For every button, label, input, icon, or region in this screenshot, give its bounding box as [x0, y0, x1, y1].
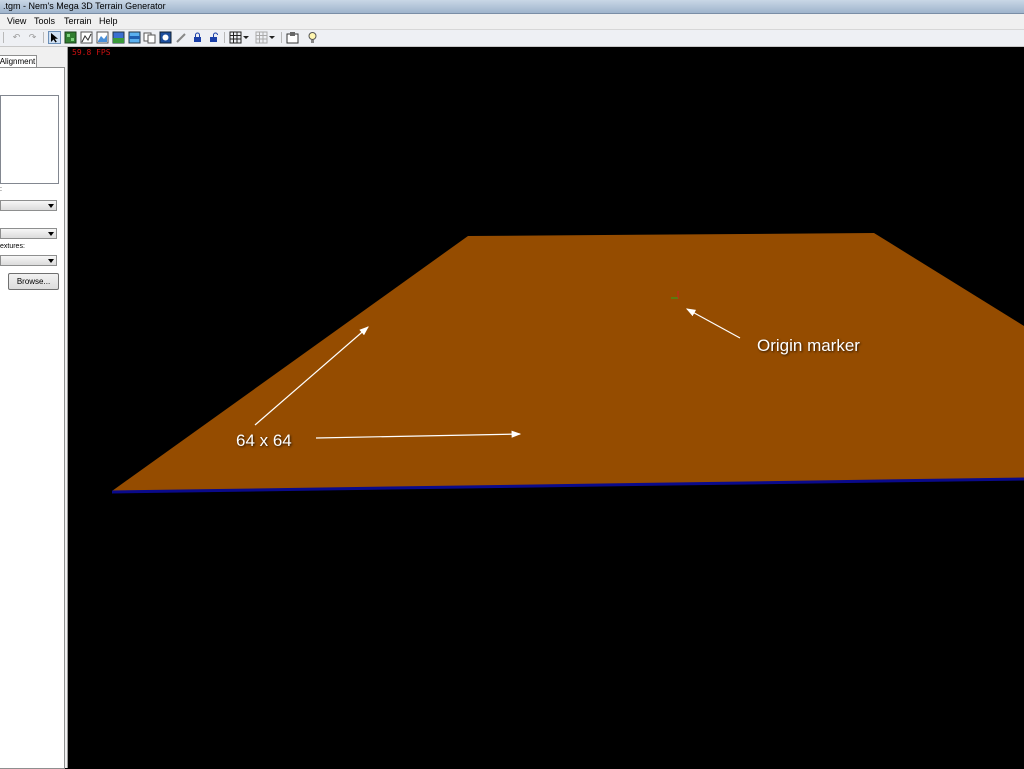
copy-icon[interactable] — [143, 31, 156, 44]
item-listbox[interactable] — [0, 95, 59, 184]
menu-help[interactable]: Help — [99, 14, 118, 28]
toolbar: ↶ ↷ — [0, 30, 1024, 47]
grid-options-icon[interactable] — [255, 31, 268, 44]
toolbar-separator — [3, 32, 4, 43]
grid-icon[interactable] — [229, 31, 242, 44]
map-icon[interactable] — [159, 31, 172, 44]
dropdown-2[interactable] — [0, 228, 57, 239]
menu-view[interactable]: View — [7, 14, 26, 28]
terrain-view-icon[interactable] — [64, 31, 77, 44]
redo-icon[interactable]: ↷ — [26, 31, 39, 44]
terrain-plane[interactable] — [112, 233, 1024, 491]
chevron-down-icon — [48, 232, 54, 236]
wireframe-icon[interactable] — [80, 31, 93, 44]
toolbar-separator — [43, 32, 44, 43]
settings-icon[interactable] — [286, 31, 299, 44]
light-bulb-icon[interactable] — [306, 31, 319, 44]
dropdown-1[interactable] — [0, 200, 57, 211]
origin-marker-label: Origin marker — [757, 336, 860, 355]
grid-dropdown-icon[interactable] — [242, 31, 250, 44]
texture-icon[interactable] — [96, 31, 109, 44]
menu-tools[interactable]: Tools — [34, 14, 55, 28]
textures-label: extures: — [0, 243, 25, 250]
browse-button[interactable]: Browse... — [8, 273, 59, 290]
chevron-down-icon — [48, 204, 54, 208]
water-icon[interactable] — [128, 31, 141, 44]
menu-bar: View Tools Terrain Help — [0, 14, 1024, 30]
tab-page: : extures: Browse... — [0, 67, 65, 769]
lock-icon[interactable] — [191, 31, 204, 44]
undo-icon[interactable]: ↶ — [10, 31, 23, 44]
textures-dropdown[interactable] — [0, 255, 57, 266]
window-title: .tgm - Nem's Mega 3D Terrain Generator — [3, 1, 166, 11]
toolbar-separator — [281, 32, 282, 43]
scene-canvas — [111, 233, 1024, 494]
title-bar: .tgm - Nem's Mega 3D Terrain Generator — [0, 0, 1024, 14]
menu-terrain[interactable]: Terrain — [64, 14, 92, 28]
grid-options-dropdown-icon[interactable] — [268, 31, 276, 44]
toolbar-separator — [224, 32, 225, 43]
pencil-icon[interactable] — [175, 31, 188, 44]
landscape-icon[interactable] — [112, 31, 125, 44]
field-label: : — [0, 186, 2, 193]
unlock-icon[interactable] — [207, 31, 220, 44]
chevron-down-icon — [48, 259, 54, 263]
3d-viewport[interactable]: 59.8 FPS Origin marker 64 x 64 — [68, 47, 1024, 768]
size-label: 64 x 64 — [236, 431, 292, 450]
select-arrow-icon[interactable] — [48, 31, 61, 44]
left-panel: Alignment : extures: Browse... — [0, 47, 68, 769]
